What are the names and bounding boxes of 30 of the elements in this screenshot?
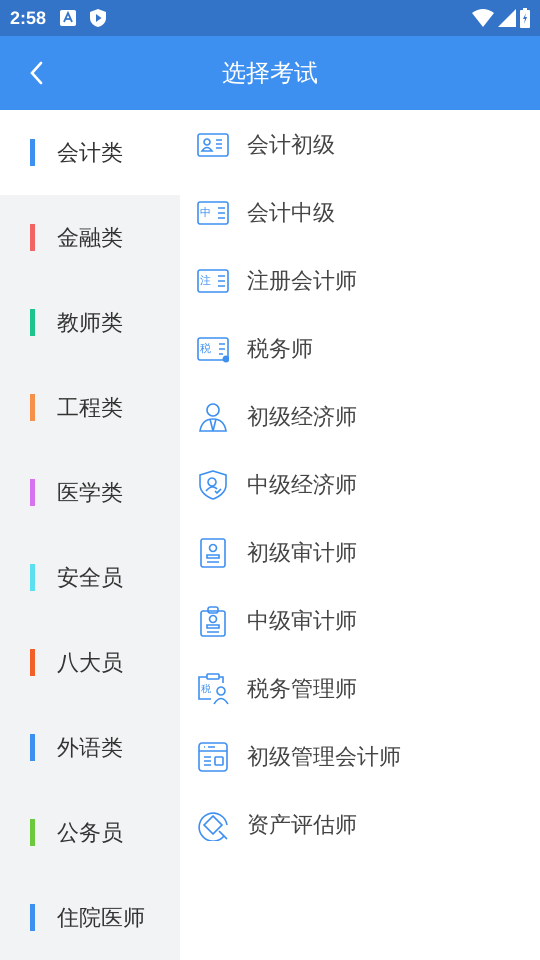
exam-item[interactable]: 初级经济师 [247,402,357,432]
exam-item[interactable]: 会计中级 [247,198,335,228]
battery-icon [520,8,530,28]
icon-glyph: 税 [201,684,211,696]
translate-icon [60,10,76,26]
exam-item[interactable]: 税务管理师 [247,674,357,704]
exam-item[interactable]: 中级审计师 [247,606,357,636]
chevron-left-icon [29,61,43,85]
person-icon [197,401,229,433]
shield-person-icon [197,469,229,501]
clipboard-stamp-icon [197,605,229,637]
exam-item[interactable]: 税务师 [247,334,313,364]
icon-glyph: 税 [200,343,211,355]
stamp-icon [197,537,229,569]
exam-item[interactable]: 注册会计师 [247,266,357,296]
exam-item[interactable]: 初级审计师 [247,538,357,568]
category-item[interactable]: 会计类 [0,110,180,195]
icon-glyph: 中 [200,207,211,219]
icon-glyph: 注 [200,275,211,287]
status-time: 2:58 [10,8,46,28]
tax-person-icon [197,673,229,705]
wifi-icon [472,9,494,27]
form-icon [197,741,229,773]
page-title: 选择考试 [222,58,318,89]
signal-icon [498,9,516,27]
exam-item[interactable]: 会计初级 [247,130,335,160]
shield-play-icon [90,9,106,27]
exam-item[interactable]: 资产评估师 [247,810,357,840]
exam-item[interactable]: 初级管理会计师 [247,742,401,772]
exam-item[interactable]: 中级经济师 [247,470,357,500]
